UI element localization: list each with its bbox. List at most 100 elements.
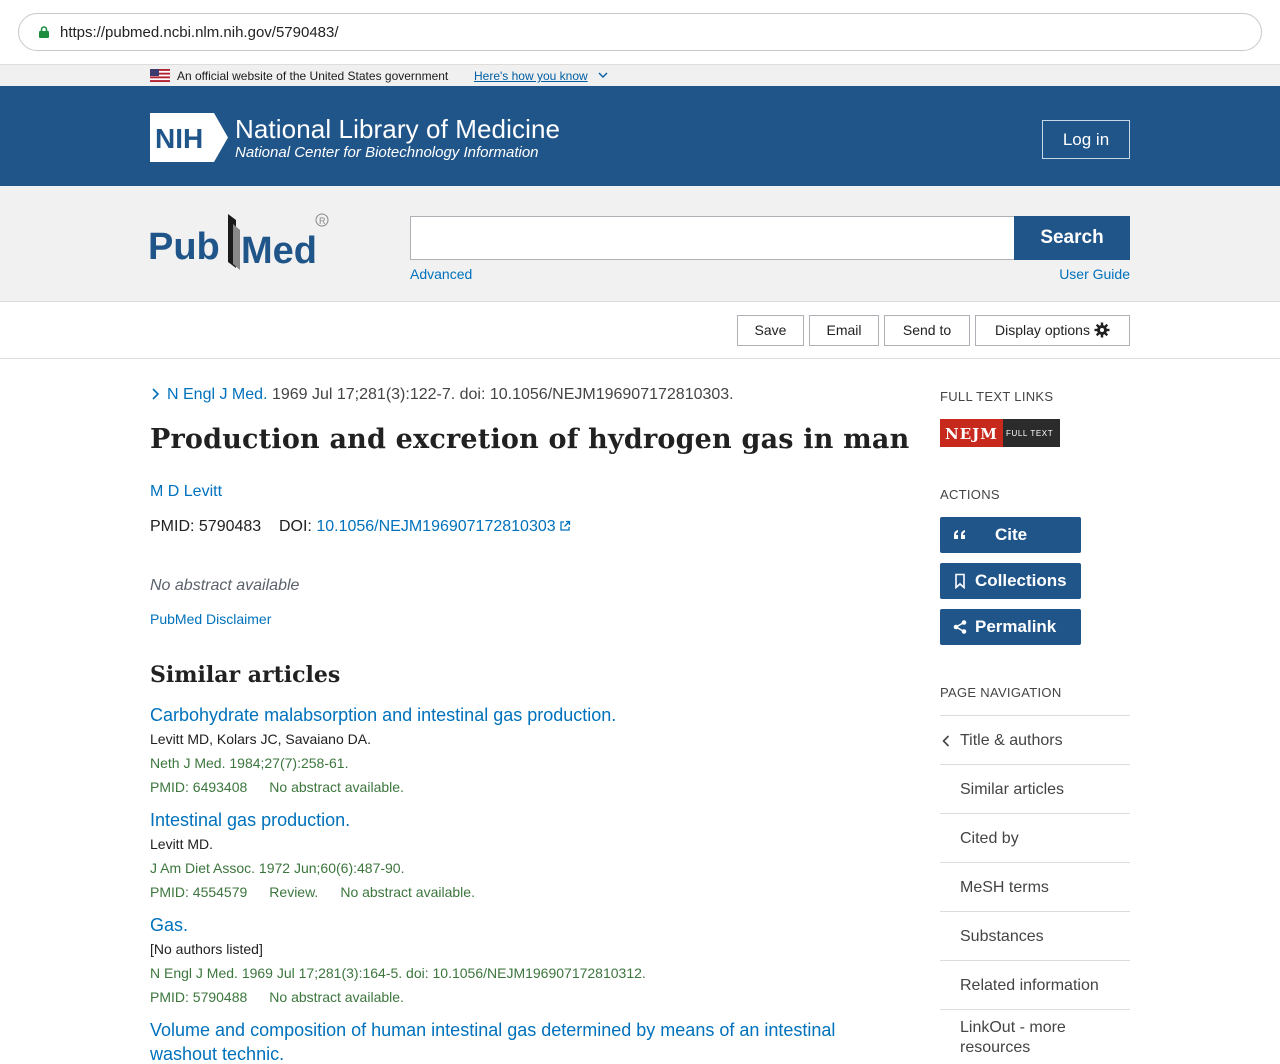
login-button[interactable]: Log in [1042,120,1130,159]
svg-text:Pub: Pub [148,226,220,268]
chevron-left-icon [942,735,950,747]
nav-item-label: Title & authors [960,732,1063,749]
nav-item-label: Substances [960,928,1044,945]
lock-icon [39,26,49,38]
svg-text:NIH: NIH [155,123,203,154]
url-text[interactable]: https://pubmed.ncbi.nlm.nih.gov/5790483/ [60,24,339,41]
similar-article-authors: [No authors listed] [150,941,263,957]
ncbi-subtitle: National Center for Biotechnology Inform… [235,144,539,161]
journal-link[interactable]: N Engl J Med. [167,386,267,403]
similar-article-pmid: PMID: 6493408 [150,779,248,795]
nav-item-title-authors[interactable]: Title & authors [940,715,1130,764]
us-flag-icon [150,69,170,82]
email-button[interactable]: Email [809,315,879,346]
article-title: Production and excretion of hydrogen gas… [150,424,910,455]
similar-article-meta: PMID: 4554579 Review. No abstract availabl… [150,880,870,904]
similar-article-meta: PMID: 5790488 No abstract available. [150,985,870,1009]
search-input[interactable] [410,216,1016,260]
similar-article-authors: Levitt MD. [150,836,214,852]
display-options-label: Display options [995,322,1090,338]
gov-banner-text: An official website of the United States… [177,69,449,83]
journal-citation: N Engl J Med. 1969 Jul 17;281(3):122-7. … [150,386,734,404]
page-navigation-heading: PAGE NAVIGATION [940,685,1062,700]
list-item: Intestinal gas production. Levitt MD. J … [150,808,870,904]
advanced-search-link[interactable]: Advanced [410,266,472,282]
nav-item-linkout[interactable]: LinkOut - more resources [940,1009,1130,1064]
nav-item-substances[interactable]: Substances [940,911,1130,960]
collections-button[interactable]: Collections [940,563,1081,599]
send-to-button[interactable]: Send to [884,315,970,346]
similar-article-pmid: PMID: 5790488 [150,989,248,1005]
similar-article-pmid: PMID: 4554579 [150,884,248,900]
svg-text:NEJM: NEJM [945,425,998,443]
similar-article-meta: PMID: 6493408 No abstract available. [150,775,870,799]
save-button[interactable]: Save [737,315,804,346]
nav-item-mesh-terms[interactable]: MeSH terms [940,862,1130,911]
pmid-value: 5790483 [198,518,262,535]
similar-articles-heading: Similar articles [150,662,341,688]
similar-article-authors: Levitt MD, Kolars JC, Savaiano DA. [150,731,371,747]
article-toolbar: Save Email Send to Display options [0,302,1280,359]
pubmed-disclaimer-link[interactable]: PubMed Disclaimer [150,611,271,627]
page-navigation: Title & authors Similar articles Cited b… [940,715,1130,1064]
similar-article-note: No abstract available. [269,779,404,795]
permalink-label: Permalink [975,617,1057,636]
gear-icon [1094,322,1110,338]
display-options-button[interactable]: Display options [975,315,1130,346]
similar-articles-list: Carbohydrate malabsorption and intestina… [150,703,870,1064]
pmid-label: PMID: [150,518,195,535]
gov-banner: An official website of the United States… [0,64,1280,86]
pubmed-logo[interactable]: Pub Med R [148,210,338,274]
citation-text: 1969 Jul 17;281(3):122-7. doi: 10.1056/N… [271,386,734,403]
nav-item-similar-articles[interactable]: Similar articles [940,764,1130,813]
svg-text:Med: Med [241,230,317,272]
chevron-down-icon[interactable] [598,71,608,79]
nav-item-label: Similar articles [960,781,1065,798]
external-link-icon[interactable] [559,520,571,532]
no-abstract-note: No abstract available [150,577,300,594]
nlm-title[interactable]: National Library of Medicine [235,114,560,145]
author-link[interactable]: M D Levitt [150,483,222,501]
doi-link[interactable]: 10.1056/NEJM196907172810303 [316,518,555,535]
similar-article-citation: J Am Diet Assoc. 1972 Jun;60(6):487-90. [150,860,405,876]
user-guide-link[interactable]: User Guide [1059,266,1130,282]
nav-item-related-information[interactable]: Related information [940,960,1130,1009]
cite-button[interactable]: Cite [940,517,1081,553]
nih-logo[interactable]: NIH [150,113,228,162]
permalink-button[interactable]: Permalink [940,609,1081,645]
similar-article-note: No abstract available. [340,884,475,900]
search-region: Pub Med R Search Advanced User Guide [0,186,1280,302]
cite-label: Cite [995,525,1028,544]
browser-chrome: https://pubmed.ncbi.nlm.nih.gov/5790483/ [0,0,1280,64]
similar-article-title[interactable]: Carbohydrate malabsorption and intestina… [150,703,870,727]
article-identifiers: PMID: 5790483 DOI: 10.1056/NEJM196907172… [150,518,571,536]
collections-label: Collections [975,571,1067,590]
nih-header: NIH National Library of Medicine Nationa… [0,86,1280,186]
nejm-full-text-logo[interactable]: NEJM FULL TEXT [940,419,1060,447]
similar-article-title[interactable]: Gas. [150,913,870,937]
similar-article-citation: Neth J Med. 1984;27(7):258-61. [150,755,349,771]
full-text-links-heading: FULL TEXT LINKS [940,389,1054,404]
similar-article-title[interactable]: Volume and composition of human intestin… [150,1018,870,1064]
share-icon [953,620,967,634]
nav-item-cited-by[interactable]: Cited by [940,813,1130,862]
similar-article-citation: N Engl J Med. 1969 Jul 17;281(3):164-5. … [150,965,646,981]
address-bar[interactable]: https://pubmed.ncbi.nlm.nih.gov/5790483/ [18,13,1262,51]
doi-label: DOI: [278,518,312,535]
nav-item-label: MeSH terms [960,879,1049,896]
list-item: Carbohydrate malabsorption and intestina… [150,703,870,799]
nav-item-label: Cited by [960,830,1019,847]
actions-heading: ACTIONS [940,487,1000,502]
similar-article-note: No abstract available. [269,989,404,1005]
nav-item-label: Related information [960,977,1099,994]
how-you-know-link[interactable]: Here's how you know [474,69,588,83]
quote-icon [954,530,965,539]
search-button[interactable]: Search [1014,216,1130,260]
list-item: Volume and composition of human intestin… [150,1018,870,1064]
similar-article-title[interactable]: Intestinal gas production. [150,808,870,832]
list-item: Gas. [No authors listed] N Engl J Med. 1… [150,913,870,1009]
nav-item-label: LinkOut - more resources [960,1019,1066,1056]
svg-text:R: R [319,216,326,226]
bookmark-icon [955,573,965,589]
chevron-right-icon[interactable] [150,388,160,400]
